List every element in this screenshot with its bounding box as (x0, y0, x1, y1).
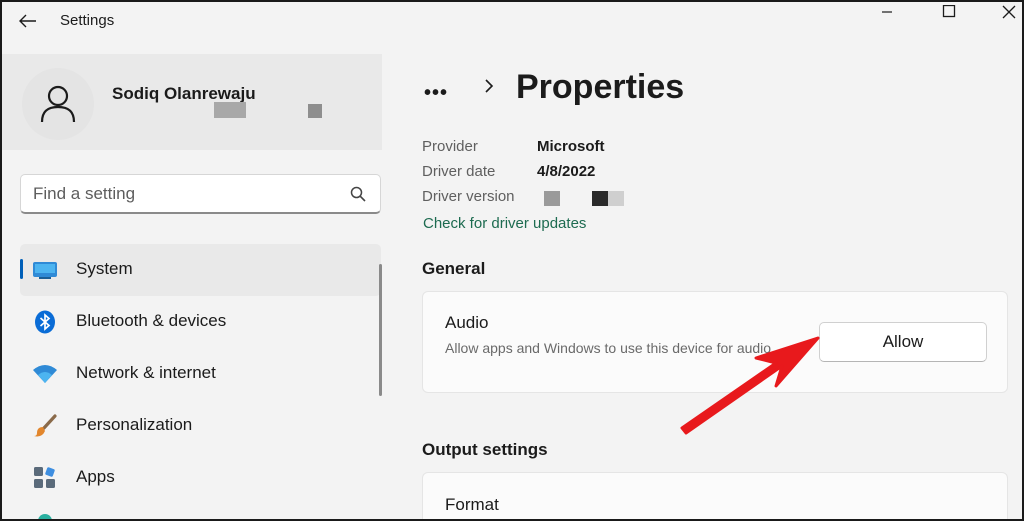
breadcrumb-more[interactable]: ••• (424, 82, 448, 105)
settings-window: Settings Sodiq Olanrewaju Find a setting… (0, 0, 1024, 521)
property-row: Driver version (422, 188, 742, 213)
privacy-icon (38, 514, 52, 519)
avatar (22, 68, 94, 140)
monitor-icon (32, 257, 58, 283)
sidebar-item-network[interactable]: Network & internet (20, 348, 381, 400)
redacted-email (214, 102, 246, 118)
format-title: Format (445, 495, 499, 514)
allow-button[interactable]: Allow (819, 322, 987, 362)
property-value: Microsoft (537, 138, 605, 155)
minimize-icon (882, 11, 892, 13)
redacted-version (608, 191, 624, 206)
redacted-email (308, 104, 322, 118)
person-icon (40, 85, 76, 123)
app-title: Settings (60, 12, 115, 29)
property-key: Driver date (422, 163, 496, 180)
property-key: Provider (422, 138, 478, 155)
audio-card: Audio Allow apps and Windows to use this… (422, 291, 1008, 393)
sidebar-item-system[interactable]: System (20, 244, 381, 296)
property-key: Driver version (422, 188, 515, 205)
sidebar-item-personalization[interactable]: Personalization (20, 400, 381, 452)
paintbrush-icon (32, 413, 58, 439)
driver-properties: Provider Microsoft Driver date 4/8/2022 … (422, 138, 742, 213)
minimize-button[interactable] (864, 2, 910, 22)
general-heading: General (422, 259, 486, 278)
title-bar: Settings (2, 2, 1022, 40)
back-button[interactable] (14, 8, 42, 34)
search-input[interactable] (33, 183, 333, 205)
redacted-version (592, 191, 608, 206)
property-value: 4/8/2022 (537, 163, 596, 180)
sidebar-item-bluetooth[interactable]: Bluetooth & devices (20, 296, 381, 348)
profile-card[interactable]: Sodiq Olanrewaju (2, 54, 382, 150)
sidebar-item-label: Personalization (76, 415, 193, 434)
arrow-left-icon (19, 14, 36, 28)
sidebar-scrollbar[interactable] (379, 264, 382, 396)
close-icon (1002, 5, 1016, 19)
bluetooth-icon (32, 309, 58, 335)
redacted-version (544, 191, 560, 206)
wifi-icon (32, 361, 58, 387)
maximize-button[interactable] (926, 2, 972, 22)
sidebar-item-label: Bluetooth & devices (76, 311, 227, 330)
sidebar-item-label: System (76, 259, 133, 278)
property-row: Provider Microsoft (422, 138, 742, 163)
user-name: Sodiq Olanrewaju (112, 84, 256, 103)
check-driver-updates-link[interactable]: Check for driver updates (423, 215, 586, 232)
sidebar-item-apps[interactable]: Apps (20, 452, 381, 504)
search-box[interactable] (20, 174, 381, 214)
selection-indicator (20, 259, 23, 279)
sidebar-item-label: Network & internet (76, 363, 216, 382)
sidebar-nav: System Bluetooth & devices Network & int… (20, 244, 382, 519)
maximize-icon (942, 5, 956, 18)
close-button[interactable] (986, 2, 1022, 22)
property-row: Driver date 4/8/2022 (422, 163, 742, 188)
audio-description: Allow apps and Windows to use this devic… (445, 340, 772, 356)
sidebar-item-label: Apps (76, 467, 115, 486)
chevron-right-icon (485, 79, 494, 93)
page-title: Properties (516, 68, 685, 106)
output-settings-heading: Output settings (422, 440, 548, 459)
format-card[interactable]: Format (422, 472, 1008, 519)
apps-icon (32, 465, 58, 491)
sidebar-item-partial[interactable] (20, 504, 381, 519)
audio-title: Audio (445, 313, 489, 332)
search-icon[interactable] (350, 186, 366, 202)
